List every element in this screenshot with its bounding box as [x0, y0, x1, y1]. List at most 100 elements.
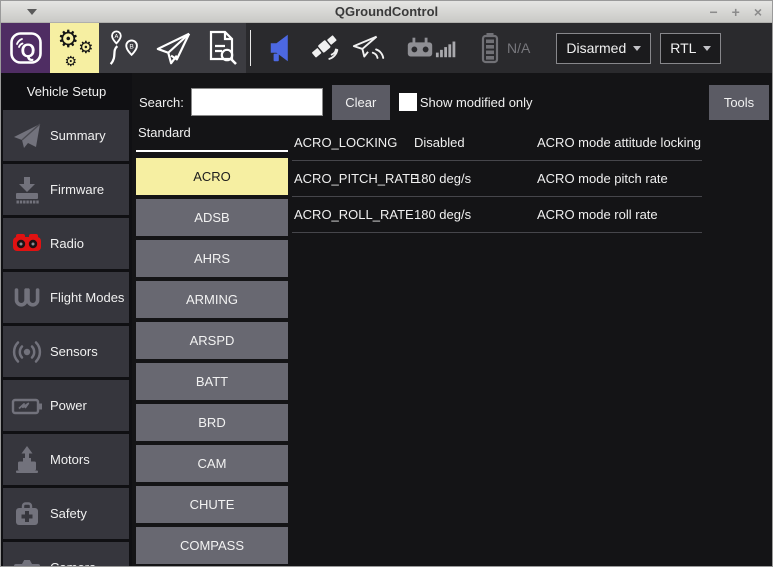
qgroundcontrol-window: QGroundControl − + × Q ⚙ ⚙ ⚙ — [0, 0, 773, 567]
title-bar: QGroundControl − + × — [1, 1, 772, 23]
firmware-chip-icon — [3, 174, 50, 206]
status-indicators: N/A Disarmed RTL — [255, 23, 772, 73]
parameter-group-list: ACRO ADSB AHRS ARMING ARSPD BATT BRD CAM… — [136, 158, 288, 566]
gps-satellite-icon — [309, 31, 343, 65]
sidebar-item-summary[interactable]: Summary — [3, 110, 129, 161]
vehicle-setup-content: Vehicle Setup Summary Firmware Radio — [1, 73, 772, 566]
armed-state-dropdown[interactable]: Disarmed — [556, 33, 651, 64]
param-name: ACRO_PITCH_RATE — [292, 171, 414, 186]
main-toolbar: Q ⚙ ⚙ ⚙ A B — [1, 23, 772, 73]
table-row[interactable]: ACRO_LOCKING Disabled ACRO mode attitude… — [292, 125, 702, 161]
sidebar-item-flight-modes[interactable]: Flight Modes — [3, 272, 129, 323]
setup-sidebar: Vehicle Setup Summary Firmware Radio — [1, 73, 132, 566]
toolbar-divider — [250, 30, 251, 66]
close-button[interactable]: × — [754, 5, 762, 19]
armed-state-label: Disarmed — [566, 40, 626, 56]
gps-status-indicator[interactable] — [309, 31, 343, 65]
maximize-button[interactable]: + — [732, 5, 740, 19]
group-button-chute[interactable]: CHUTE — [136, 486, 288, 523]
rc-rssi-indicator[interactable] — [405, 33, 459, 63]
paper-plane-icon — [154, 29, 192, 67]
qgc-logo-icon: Q — [8, 30, 44, 66]
sidebar-item-label: Radio — [50, 236, 84, 251]
battery-status-text: N/A — [507, 40, 530, 56]
group-button-adsb[interactable]: ADSB — [136, 199, 288, 236]
tools-button[interactable]: Tools — [709, 85, 769, 120]
analyze-view-button[interactable] — [197, 23, 246, 73]
rc-remote-icon — [405, 33, 435, 63]
param-value: Disabled — [414, 135, 537, 150]
window-title: QGroundControl — [335, 4, 438, 19]
param-description: ACRO mode attitude locking — [537, 135, 702, 150]
sidebar-item-firmware[interactable]: Firmware — [3, 164, 129, 215]
group-button-brd[interactable]: BRD — [136, 404, 288, 441]
minimize-button[interactable]: − — [709, 5, 717, 19]
plan-view-button[interactable]: A B — [99, 23, 148, 73]
log-magnifier-icon — [204, 29, 240, 67]
param-value: 180 deg/s — [414, 207, 537, 222]
signal-waves-icon — [3, 336, 50, 368]
flight-mode-dropdown[interactable]: RTL — [660, 33, 721, 64]
sidebar-item-label: Sensors — [50, 344, 98, 359]
parameter-search-bar: Search: Clear Show modified only Tools — [132, 82, 772, 122]
table-row[interactable]: ACRO_ROLL_RATE 180 deg/s ACRO mode roll … — [292, 197, 702, 233]
group-button-ahrs[interactable]: AHRS — [136, 240, 288, 277]
group-button-arspd[interactable]: ARSPD — [136, 322, 288, 359]
sidebar-item-motors[interactable]: Motors — [3, 434, 129, 485]
sidebar-item-radio[interactable]: Radio — [3, 218, 129, 269]
wave-icon — [3, 282, 50, 314]
battery-bolt-icon — [3, 390, 50, 422]
sidebar-item-label: Flight Modes — [50, 290, 124, 305]
fly-view-button[interactable] — [148, 23, 197, 73]
waypoint-pins-icon: A B — [105, 28, 143, 68]
motor-icon — [3, 444, 50, 476]
param-description: ACRO mode pitch rate — [537, 171, 702, 186]
vehicle-messages-indicator[interactable] — [267, 31, 301, 65]
qgc-home-button[interactable]: Q — [1, 23, 50, 73]
vehicle-setup-view-button[interactable]: ⚙ ⚙ ⚙ — [50, 23, 99, 73]
clear-button[interactable]: Clear — [332, 85, 390, 120]
battery-icon — [477, 31, 503, 65]
param-name: ACRO_LOCKING — [292, 135, 414, 150]
group-button-acro[interactable]: ACRO — [136, 158, 288, 195]
sidebar-item-sensors[interactable]: Sensors — [3, 326, 129, 377]
first-aid-case-icon — [3, 498, 50, 530]
show-modified-checkbox[interactable] — [399, 93, 417, 111]
svg-text:B: B — [129, 44, 134, 51]
param-name: ACRO_ROLL_RATE — [292, 207, 414, 222]
sidebar-item-label: Motors — [50, 452, 90, 467]
chevron-down-icon — [633, 46, 641, 51]
sidebar-item-label: Camera — [50, 560, 96, 566]
show-modified-label: Show modified only — [420, 95, 533, 110]
group-button-cam[interactable]: CAM — [136, 445, 288, 482]
parameter-table: ACRO_LOCKING Disabled ACRO mode attitude… — [292, 125, 702, 233]
sidebar-item-camera[interactable]: Camera — [3, 542, 129, 566]
svg-text:A: A — [114, 34, 118, 40]
chevron-down-icon — [703, 46, 711, 51]
sidebar-item-safety[interactable]: Safety — [3, 488, 129, 539]
sidebar-item-label: Safety — [50, 506, 87, 521]
sidebar-title: Vehicle Setup — [1, 73, 132, 110]
category-underline — [136, 150, 288, 152]
audio-megaphone-icon — [267, 31, 301, 65]
sidebar-item-power[interactable]: Power — [3, 380, 129, 431]
sidebar-item-label: Firmware — [50, 182, 104, 197]
telemetry-rssi-icon — [351, 32, 387, 64]
signal-bars-icon — [435, 35, 459, 61]
window-menu-icon[interactable] — [27, 9, 37, 15]
group-button-compass[interactable]: COMPASS — [136, 527, 288, 564]
paper-plane-icon — [3, 120, 50, 152]
camera-icon — [3, 552, 50, 567]
flight-mode-label: RTL — [670, 40, 696, 56]
telemetry-rssi-indicator[interactable] — [351, 32, 387, 64]
gears-icon: ⚙ ⚙ ⚙ — [58, 30, 92, 66]
search-input[interactable] — [191, 88, 323, 116]
battery-indicator[interactable]: N/A — [477, 31, 530, 65]
group-button-arming[interactable]: ARMING — [136, 281, 288, 318]
sidebar-item-label: Power — [50, 398, 87, 413]
group-button-batt[interactable]: BATT — [136, 363, 288, 400]
param-value: 180 deg/s — [414, 171, 537, 186]
search-label: Search: — [139, 95, 184, 110]
category-header: Standard — [138, 125, 191, 140]
table-row[interactable]: ACRO_PITCH_RATE 180 deg/s ACRO mode pitc… — [292, 161, 702, 197]
